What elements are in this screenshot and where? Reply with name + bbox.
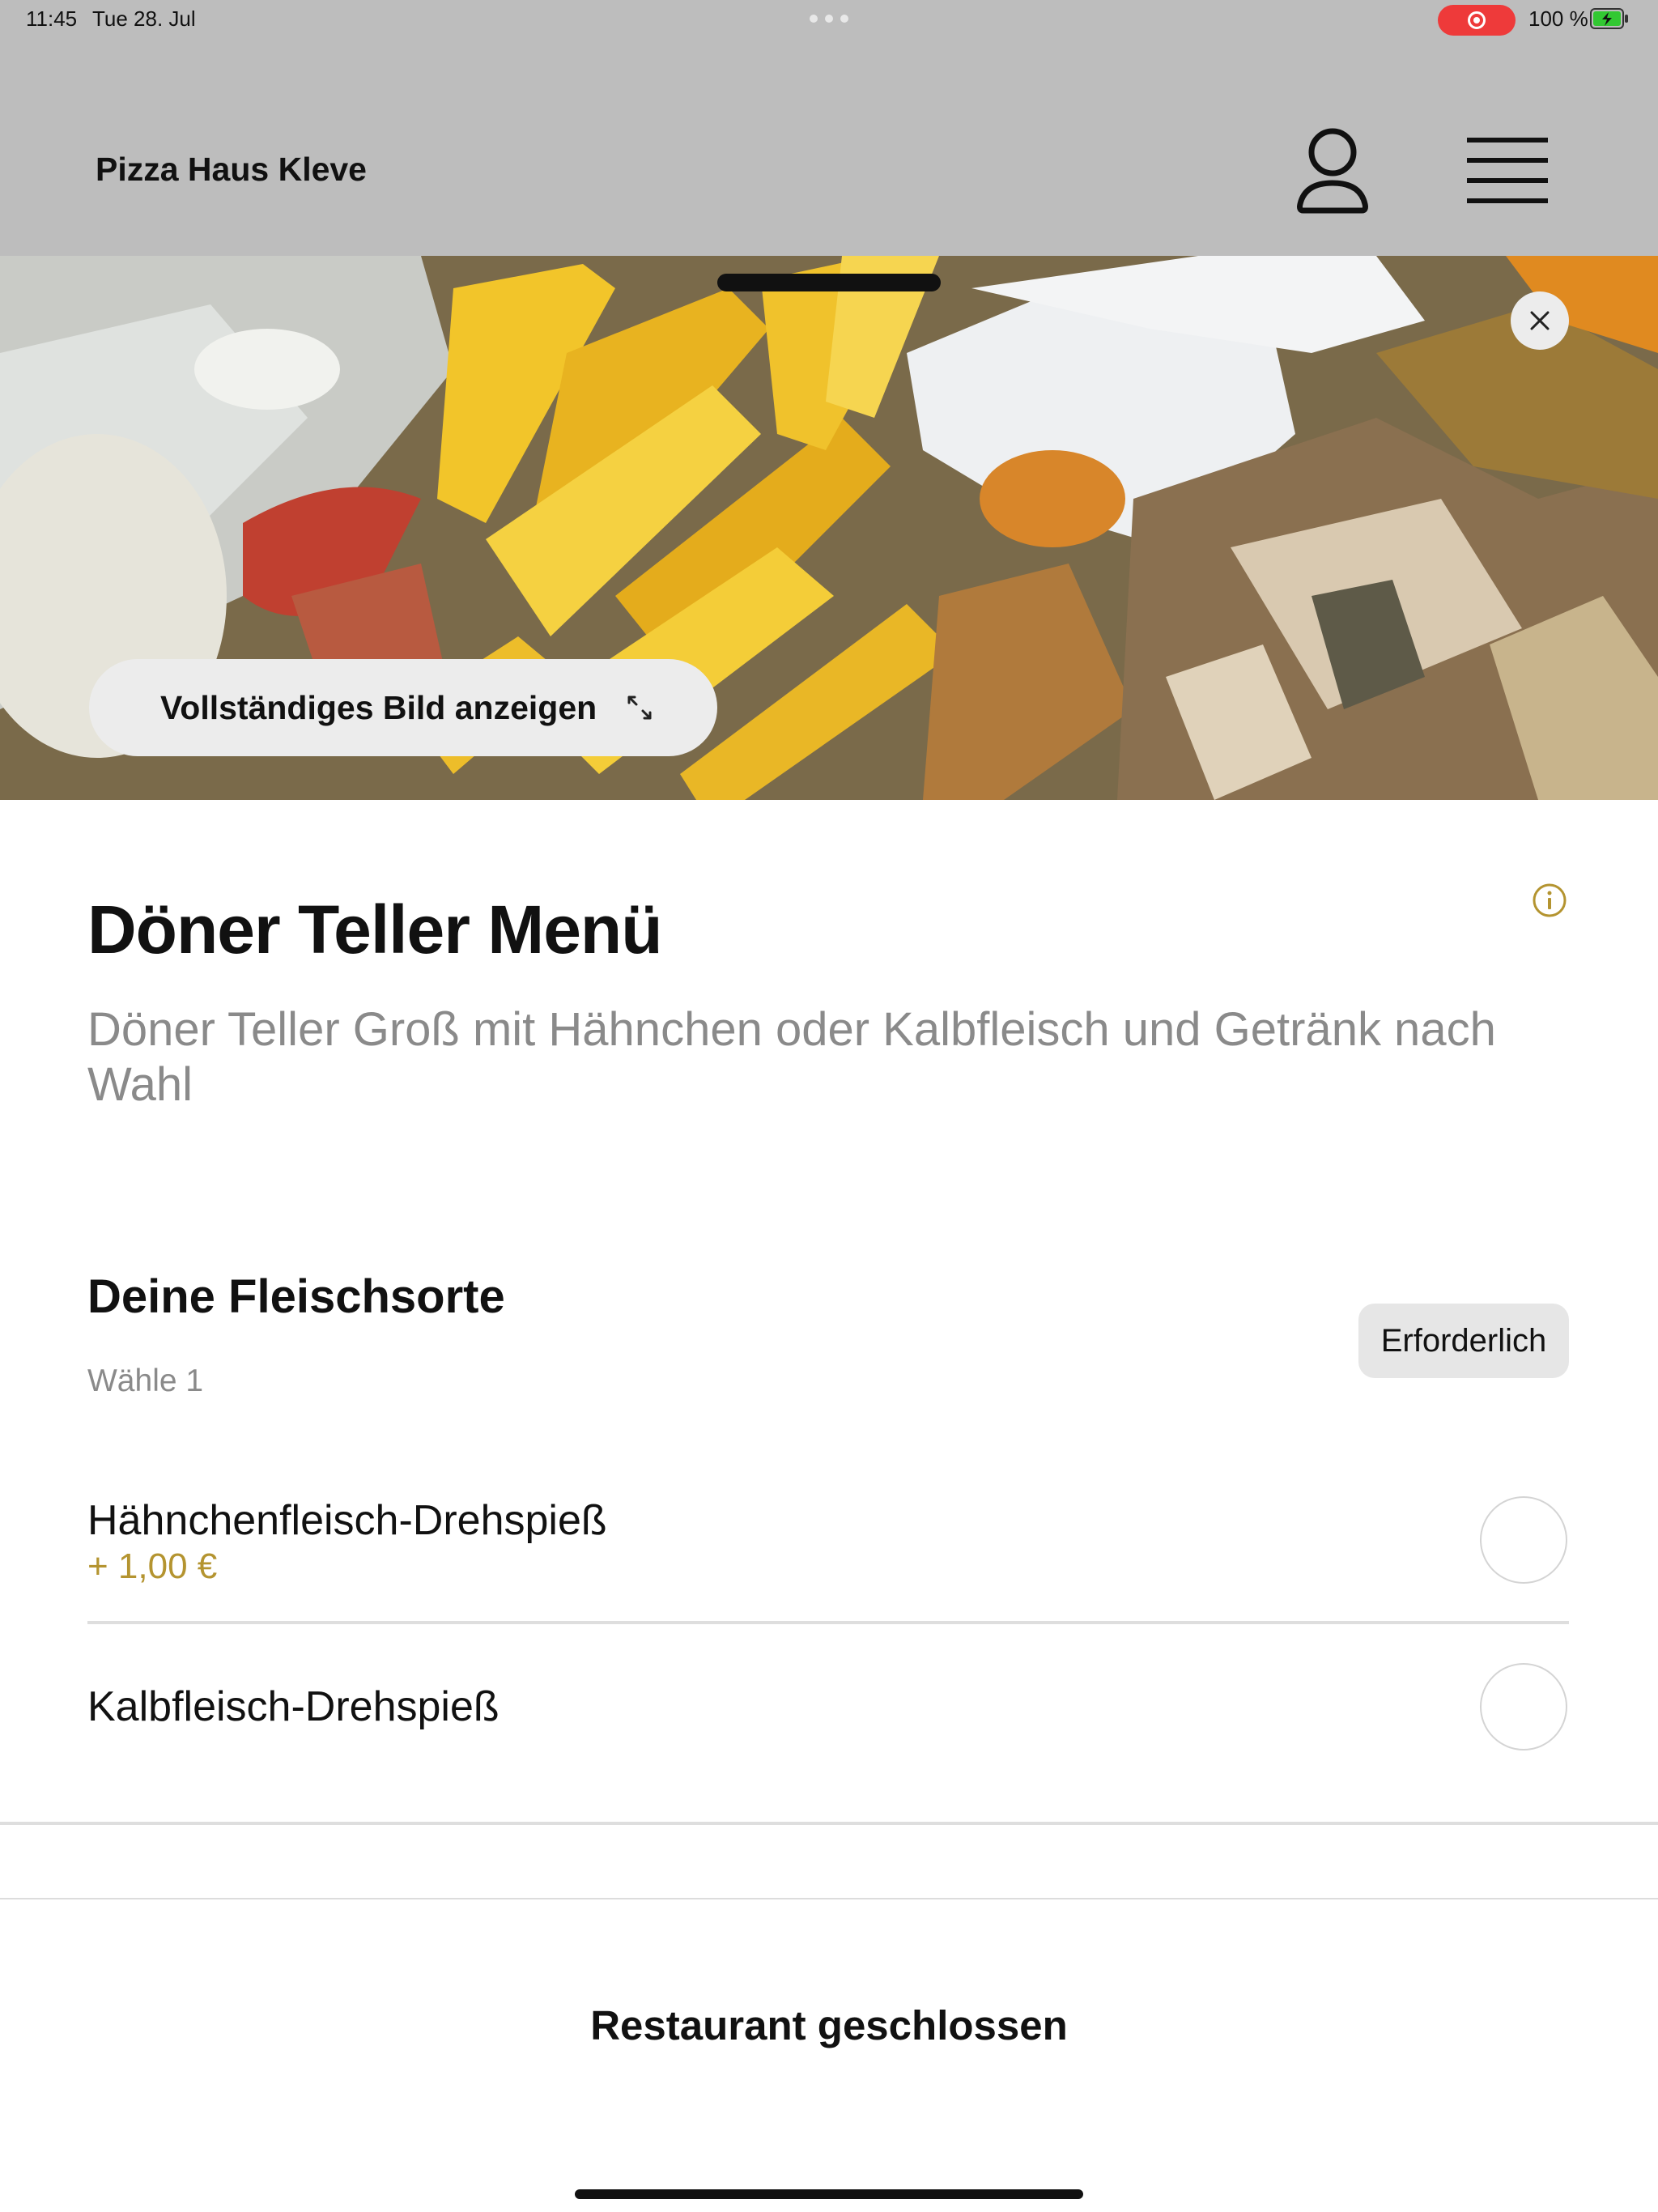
user-icon[interactable]	[1295, 126, 1370, 217]
sheet-drag-handle[interactable]	[717, 274, 941, 291]
status-bar: 11:45 Tue 28. Jul 100 %	[0, 0, 1658, 39]
option-name[interactable]: Hähnchenfleisch-Drehspieß	[87, 1496, 607, 1545]
multitasking-dots-icon[interactable]	[810, 15, 848, 23]
close-icon	[1530, 311, 1550, 330]
view-full-image-button[interactable]: Vollständiges Bild anzeigen	[89, 659, 717, 756]
menu-icon[interactable]	[1467, 136, 1548, 206]
expand-icon	[627, 696, 652, 720]
app-header: Pizza Haus Kleve	[0, 39, 1658, 256]
divider	[87, 1621, 1569, 1624]
restaurant-closed-button[interactable]: Restaurant geschlossen	[0, 2001, 1658, 2049]
home-indicator[interactable]	[575, 2189, 1083, 2199]
view-full-image-label: Vollständiges Bild anzeigen	[160, 688, 597, 726]
battery-charging-icon	[1590, 8, 1628, 29]
battery-percentage: 100 %	[1528, 6, 1588, 31]
status-time: 11:45	[26, 6, 78, 31]
product-title: Döner Teller Menü	[87, 891, 663, 968]
required-badge: Erforderlich	[1358, 1304, 1569, 1378]
option-radio-button[interactable]	[1480, 1663, 1567, 1750]
option-radio-button[interactable]	[1480, 1496, 1567, 1584]
status-date: Tue 28. Jul	[92, 6, 196, 31]
screen-recording-icon[interactable]	[1438, 5, 1516, 36]
restaurant-name[interactable]: Pizza Haus Kleve	[96, 151, 367, 189]
option-price: + 1,00 €	[87, 1546, 218, 1586]
product-description: Döner Teller Groß mit Hähnchen oder Kalb…	[87, 1003, 1496, 1111]
close-button[interactable]	[1511, 291, 1569, 350]
info-icon[interactable]	[1532, 883, 1567, 918]
option-name[interactable]: Kalbfleisch-Drehspieß	[87, 1682, 500, 1731]
option-group-title: Deine Fleischsorte	[87, 1270, 505, 1323]
section-divider	[0, 1822, 1658, 1825]
option-group-subtitle: Wähle 1	[87, 1363, 204, 1398]
